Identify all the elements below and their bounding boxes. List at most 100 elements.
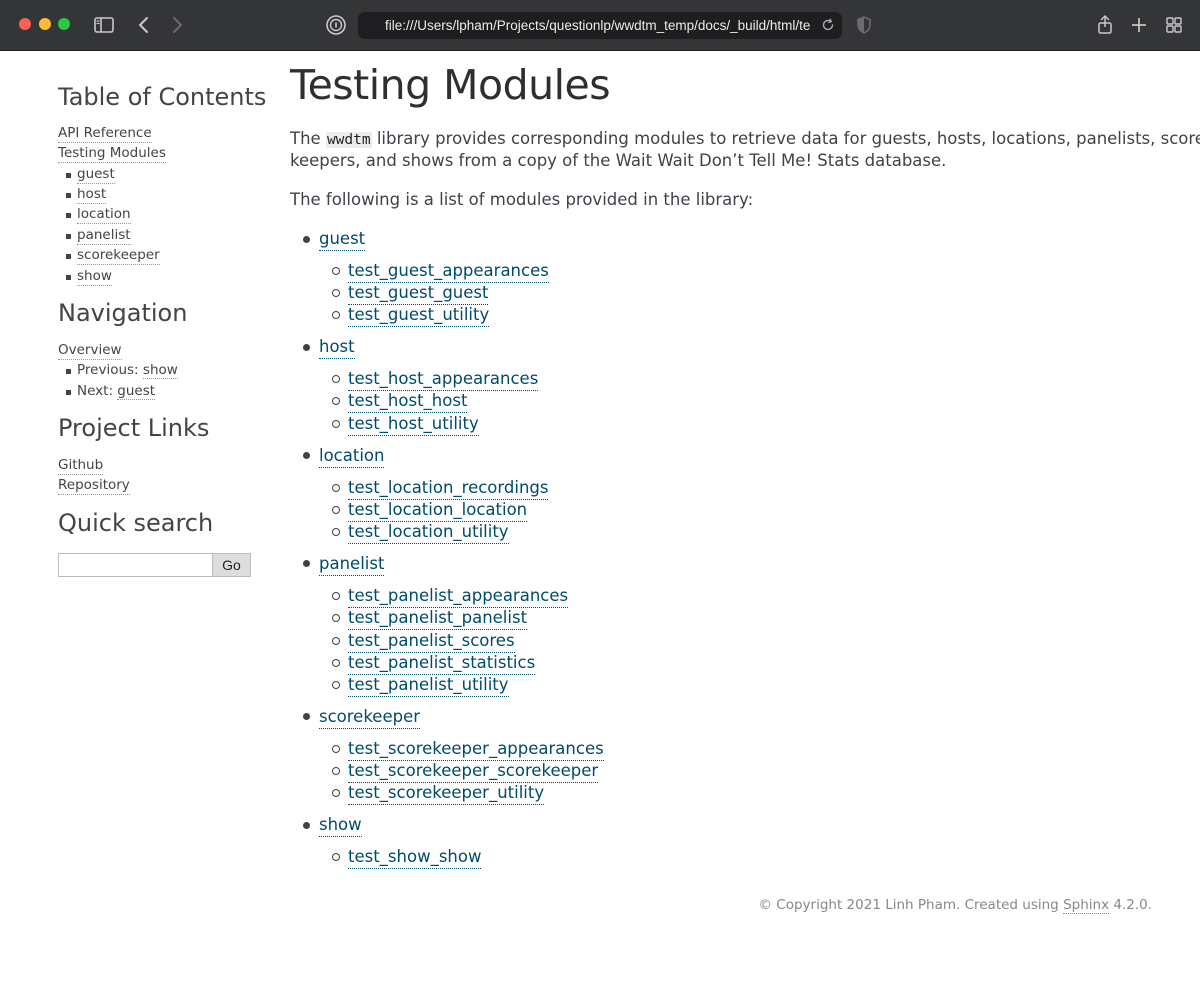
bullet-square-icon xyxy=(66,369,71,374)
search-input[interactable] xyxy=(58,553,213,577)
project-link-github[interactable]: Github xyxy=(58,457,104,475)
shield-icon[interactable] xyxy=(851,12,877,38)
bullet-square-icon xyxy=(66,390,71,395)
test-link-panelist-panelist[interactable]: test_panelist_panelist xyxy=(348,607,528,630)
reload-icon[interactable] xyxy=(819,16,837,34)
bullet-square-icon xyxy=(66,213,71,218)
footer-copyright: © Copyright 2021 Linh Pham. Created usin… xyxy=(758,897,1064,913)
bullet-circle-icon xyxy=(332,853,340,861)
navigation-heading: Navigation xyxy=(58,299,188,327)
test-link-host-appearances[interactable]: test_host_appearances xyxy=(348,368,539,391)
intro-prefix: The xyxy=(290,129,326,148)
bullet-circle-icon xyxy=(332,789,340,797)
toc-item-scorekeeper[interactable]: scorekeeper xyxy=(77,247,160,265)
new-tab-icon[interactable] xyxy=(1126,12,1152,38)
toc-item-location[interactable]: location xyxy=(77,206,131,224)
module-link-scorekeeper[interactable]: scorekeeper xyxy=(319,706,421,729)
bullet-square-icon xyxy=(66,173,71,178)
bullet-circle-icon xyxy=(332,745,340,753)
test-link-panelist-scores[interactable]: test_panelist_scores xyxy=(348,630,515,653)
forward-icon[interactable] xyxy=(164,12,190,38)
module-link-guest[interactable]: guest xyxy=(319,228,366,251)
url-text[interactable]: file:///Users/lpham/Projects/questionlp/… xyxy=(385,12,815,39)
bullet-disc-icon xyxy=(303,822,310,829)
bullet-circle-icon xyxy=(332,528,340,536)
test-link-location-recordings[interactable]: test_location_recordings xyxy=(348,477,549,500)
toc-link-api-reference[interactable]: API Reference xyxy=(58,125,152,143)
bullet-disc-icon xyxy=(303,713,310,720)
module-link-host[interactable]: host xyxy=(319,336,355,359)
bullet-circle-icon xyxy=(332,267,340,275)
bullet-circle-icon xyxy=(332,637,340,645)
test-link-panelist-statistics[interactable]: test_panelist_statistics xyxy=(348,652,536,675)
bullet-circle-icon xyxy=(332,289,340,297)
module-link-location[interactable]: location xyxy=(319,445,385,468)
bullet-disc-icon xyxy=(303,452,310,459)
back-icon[interactable] xyxy=(131,12,157,38)
bullet-square-icon xyxy=(66,234,71,239)
intro-rest: library provides corresponding modules t… xyxy=(371,129,1200,148)
nav-previous-label: Previous: xyxy=(77,362,139,378)
test-link-panelist-appearances[interactable]: test_panelist_appearances xyxy=(348,585,569,608)
bullet-disc-icon xyxy=(303,560,310,567)
footer-sphinx-link[interactable]: Sphinx xyxy=(1063,897,1110,914)
footer-version: 4.2.0. xyxy=(1109,897,1152,913)
toc-item-host[interactable]: host xyxy=(77,186,107,204)
test-link-location-location[interactable]: test_location_location xyxy=(348,499,528,522)
test-link-panelist-utility[interactable]: test_panelist_utility xyxy=(348,674,509,697)
nav-next-label: Next: xyxy=(77,383,113,399)
project-link-repository[interactable]: Repository xyxy=(58,477,130,495)
bullet-circle-icon xyxy=(332,484,340,492)
list-intro: The following is a list of modules provi… xyxy=(290,190,754,209)
share-icon[interactable] xyxy=(1092,12,1118,38)
toc-item-show[interactable]: show xyxy=(77,268,112,286)
bullet-circle-icon xyxy=(332,614,340,622)
nav-link-overview[interactable]: Overview xyxy=(58,342,122,360)
bullet-square-icon xyxy=(66,193,71,198)
toc-item-guest[interactable]: guest xyxy=(77,166,115,184)
module-link-show[interactable]: show xyxy=(319,814,362,837)
test-link-show-show[interactable]: test_show_show xyxy=(348,846,482,869)
test-link-scorekeeper-appearances[interactable]: test_scorekeeper_appearances xyxy=(348,738,604,761)
bullet-disc-icon xyxy=(303,236,310,243)
nav-next-link[interactable]: guest xyxy=(117,383,156,400)
project-links-heading: Project Links xyxy=(58,414,210,442)
test-link-guest-guest[interactable]: test_guest_guest xyxy=(348,282,489,305)
zoom-window-button[interactable] xyxy=(58,18,70,30)
test-link-scorekeeper-scorekeeper[interactable]: test_scorekeeper_scorekeeper xyxy=(348,760,599,783)
toc-link-testing-modules[interactable]: Testing Modules xyxy=(58,145,166,163)
toc-heading: Table of Contents xyxy=(58,83,267,111)
minimize-window-button[interactable] xyxy=(39,18,51,30)
privacy-report-icon[interactable] xyxy=(323,12,349,38)
bullet-circle-icon xyxy=(332,375,340,383)
test-link-host-host[interactable]: test_host_host xyxy=(348,390,468,413)
quick-search-heading: Quick search xyxy=(58,509,214,537)
test-link-location-utility[interactable]: test_location_utility xyxy=(348,521,509,544)
test-link-scorekeeper-utility[interactable]: test_scorekeeper_utility xyxy=(348,782,545,805)
intro-paragraph-line-2: keepers, and shows from a copy of the Wa… xyxy=(290,151,947,170)
bullet-circle-icon xyxy=(332,659,340,667)
test-link-guest-utility[interactable]: test_guest_utility xyxy=(348,304,490,327)
sidebar-icon[interactable] xyxy=(91,12,117,38)
close-window-button[interactable] xyxy=(19,18,31,30)
bullet-circle-icon xyxy=(332,592,340,600)
bullet-square-icon xyxy=(66,275,71,280)
intro-paragraph: The wwdtm library provides corresponding… xyxy=(290,128,1200,151)
bullet-square-icon xyxy=(66,254,71,259)
address-bar[interactable]: file:///Users/lpham/Projects/questionlp/… xyxy=(358,12,842,39)
tab-overview-icon[interactable] xyxy=(1161,12,1187,38)
search-go-button[interactable]: Go xyxy=(212,553,251,577)
footer: © Copyright 2021 Linh Pham. Created usin… xyxy=(758,897,1152,914)
browser-toolbar: file:///Users/lpham/Projects/questionlp/… xyxy=(0,0,1200,51)
bullet-circle-icon xyxy=(332,681,340,689)
bullet-circle-icon xyxy=(332,311,340,319)
nav-previous-link[interactable]: show xyxy=(142,362,178,379)
test-link-guest-appearances[interactable]: test_guest_appearances xyxy=(348,260,549,283)
bullet-disc-icon xyxy=(303,344,310,351)
bullet-circle-icon xyxy=(332,767,340,775)
page-title: Testing Modules xyxy=(290,61,611,109)
toc-item-panelist[interactable]: panelist xyxy=(77,227,131,245)
module-link-panelist[interactable]: panelist xyxy=(319,553,385,576)
bullet-circle-icon xyxy=(332,506,340,514)
test-link-host-utility[interactable]: test_host_utility xyxy=(348,413,479,436)
